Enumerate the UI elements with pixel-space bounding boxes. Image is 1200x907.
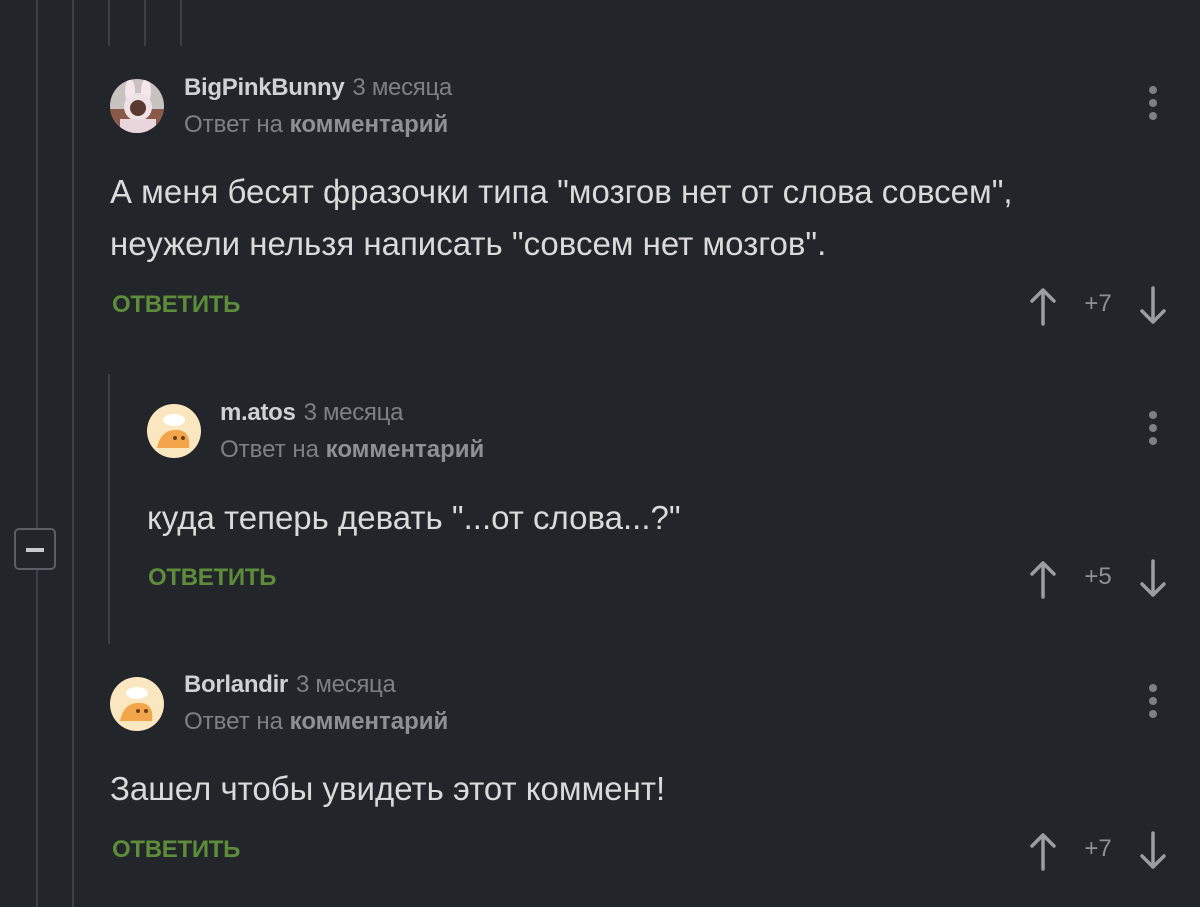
- comments-page: BigPinkBunny 3 месяца Ответ на комментари…: [0, 0, 1200, 907]
- reply-to-prefix: Ответ на: [184, 708, 283, 735]
- comment-text: Зашел чтобы увидеть этот коммент!: [110, 763, 665, 815]
- reply-to-prefix: Ответ на: [220, 436, 319, 463]
- vote-controls: +5: [1028, 559, 1168, 599]
- comment-menu-button[interactable]: [1146, 86, 1160, 122]
- parent-comment-link[interactable]: комментарий: [290, 708, 449, 735]
- thread-line: [180, 0, 182, 46]
- comment-time[interactable]: 3 месяца: [304, 399, 404, 426]
- menu-dot: [1149, 697, 1157, 705]
- collapse-thread-button[interactable]: [14, 528, 56, 570]
- bunny-avatar-image: [110, 79, 164, 133]
- avatar[interactable]: [147, 404, 201, 458]
- parent-comment-link[interactable]: комментарий: [326, 436, 485, 463]
- reply-to-prefix: Ответ на: [184, 111, 283, 138]
- comment-menu-button[interactable]: [1146, 684, 1160, 720]
- thread-line: [72, 0, 74, 907]
- avatar[interactable]: [110, 79, 164, 133]
- arrow-down-icon[interactable]: [1138, 831, 1168, 871]
- comment-time[interactable]: 3 месяца: [296, 671, 396, 698]
- menu-dot: [1149, 710, 1157, 718]
- reply-button[interactable]: ОТВЕТИТЬ: [148, 564, 276, 592]
- menu-dot: [1149, 437, 1157, 445]
- comment-header: Borlandir 3 месяца: [184, 671, 396, 699]
- thread-line: [108, 374, 110, 644]
- reply-button[interactable]: ОТВЕТИТЬ: [112, 836, 240, 864]
- arrow-down-icon[interactable]: [1138, 286, 1168, 326]
- thread-line: [144, 0, 146, 46]
- comment-menu-button[interactable]: [1146, 411, 1160, 447]
- reply-to-line: Ответ на комментарий: [184, 708, 448, 736]
- menu-dot: [1149, 112, 1157, 120]
- comment-text-line: неужели нельзя написать "совсем нет мозг…: [110, 225, 827, 262]
- parent-comment-link[interactable]: комментарий: [290, 111, 449, 138]
- rating-count: +7: [1084, 835, 1112, 862]
- arrow-down-icon[interactable]: [1138, 559, 1168, 599]
- comment-time[interactable]: 3 месяца: [352, 74, 452, 101]
- comment-text-line: куда теперь девать "...от слова...?": [147, 499, 681, 536]
- author-name[interactable]: m.atos: [220, 399, 296, 426]
- thread-line: [36, 0, 38, 907]
- vote-controls: +7: [1028, 286, 1168, 326]
- reply-button[interactable]: ОТВЕТИТЬ: [112, 291, 240, 319]
- default-avatar-image: [110, 677, 164, 731]
- comment-text: куда теперь девать "...от слова...?": [147, 492, 681, 544]
- minus-icon: [26, 548, 44, 552]
- more-vertical-icon: [1149, 86, 1157, 94]
- comment-header: m.atos 3 месяца: [220, 399, 403, 427]
- rating-count: +5: [1084, 563, 1112, 590]
- menu-dot: [1149, 424, 1157, 432]
- rating-count: +7: [1084, 290, 1112, 317]
- reply-to-line: Ответ на комментарий: [220, 436, 484, 464]
- author-name[interactable]: BigPinkBunny: [184, 74, 345, 101]
- comment-text-line: Зашел чтобы увидеть этот коммент!: [110, 770, 666, 807]
- author-name[interactable]: Borlandir: [184, 671, 288, 698]
- arrow-up-icon[interactable]: [1028, 559, 1058, 599]
- comment-text-line: А меня бесят фразочки типа "мозгов нет о…: [110, 173, 1013, 210]
- default-avatar-image: [147, 404, 201, 458]
- reply-to-line: Ответ на комментарий: [184, 111, 448, 139]
- more-vertical-icon: [1149, 684, 1157, 692]
- arrow-up-icon[interactable]: [1028, 831, 1058, 871]
- avatar[interactable]: [110, 677, 164, 731]
- comment-text: А меня бесят фразочки типа "мозгов нет о…: [110, 166, 1013, 270]
- arrow-up-icon[interactable]: [1028, 286, 1058, 326]
- comment-header: BigPinkBunny 3 месяца: [184, 74, 452, 102]
- more-vertical-icon: [1149, 411, 1157, 419]
- thread-line: [108, 0, 110, 46]
- vote-controls: +7: [1028, 831, 1168, 871]
- menu-dot: [1149, 99, 1157, 107]
